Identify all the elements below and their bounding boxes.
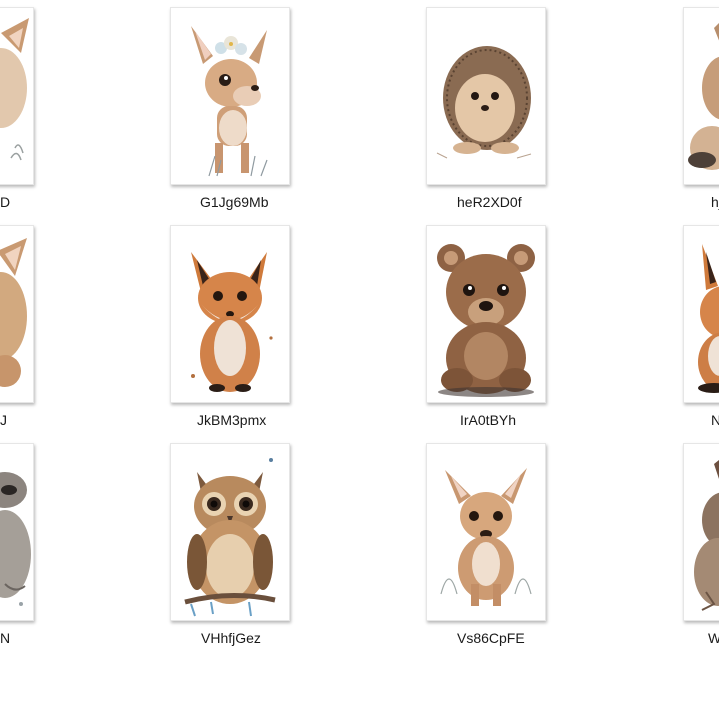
fox-icon (698, 244, 719, 393)
file-thumbnail[interactable] (170, 443, 290, 621)
file-name: D (0, 194, 11, 210)
bear-cub-icon (437, 244, 535, 397)
file-thumbnail[interactable] (170, 7, 290, 185)
animal-icon (694, 460, 719, 611)
file-thumbnail[interactable] (426, 443, 546, 621)
fawn-icon (440, 468, 532, 606)
baby-deer-icon (0, 238, 27, 387)
raccoon-icon (0, 472, 31, 606)
file-name: N (711, 412, 719, 428)
file-name: IrA0tBYh (460, 412, 517, 428)
file-thumbnail[interactable] (426, 225, 546, 403)
file-name: VHhfjGez (201, 630, 261, 646)
file-name: J (0, 412, 7, 428)
file-thumbnail[interactable] (426, 7, 546, 185)
file-thumbnail[interactable] (683, 7, 719, 185)
animal-icon (688, 23, 719, 170)
baby-deer-with-flowers-icon (191, 26, 268, 177)
file-thumbnail[interactable] (683, 443, 719, 621)
hedgehog-icon (436, 46, 532, 159)
file-thumbnail[interactable] (683, 225, 719, 403)
file-name: JkBM3pmx (197, 412, 267, 428)
file-thumbnail[interactable] (0, 443, 34, 621)
baby-deer-icon (0, 18, 29, 161)
fox-icon (191, 252, 273, 392)
file-name: W (708, 630, 719, 646)
file-name: G1Jg69Mb (200, 194, 269, 210)
file-thumbnail[interactable] (0, 7, 34, 185)
file-name: N (0, 630, 11, 646)
file-thumbnail[interactable] (170, 225, 290, 403)
file-name: heR2XD0f (457, 194, 522, 210)
file-name: Vs86CpFE (457, 630, 525, 646)
file-name: hj (711, 194, 719, 210)
owl-icon (184, 458, 276, 617)
file-thumbnail[interactable] (0, 225, 34, 403)
